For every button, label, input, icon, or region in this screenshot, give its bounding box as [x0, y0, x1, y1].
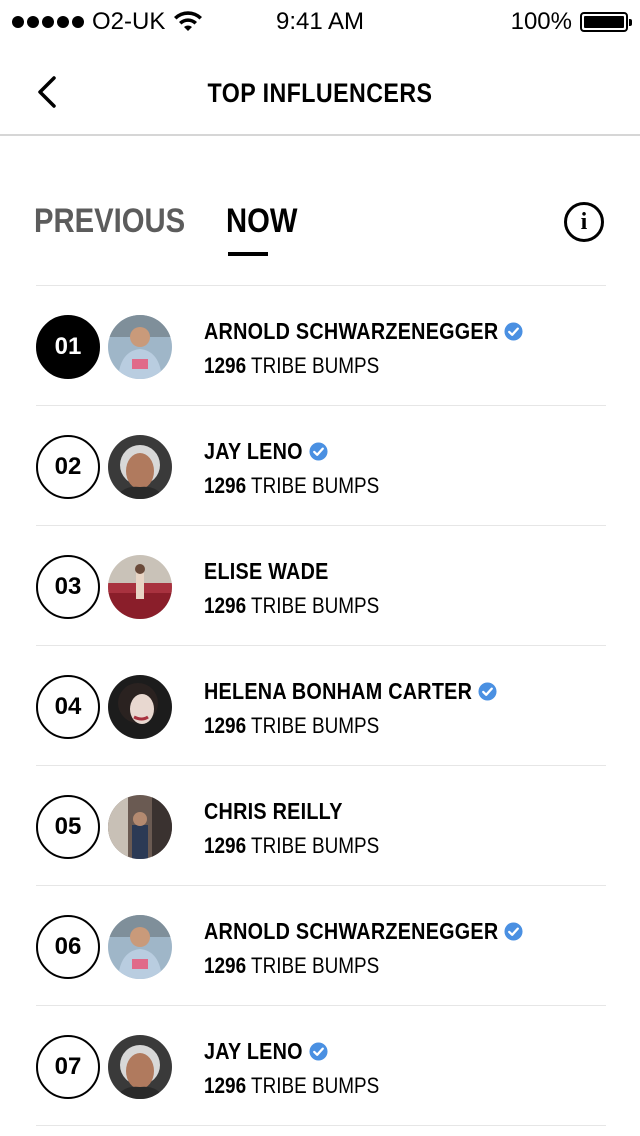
bumps-unit: TRIBE BUMPS	[251, 713, 380, 738]
list-item[interactable]: 05 CHRIS REILLY 1296 TRIBE BUMPS	[36, 766, 606, 886]
avatar	[108, 795, 172, 859]
avatar	[108, 555, 172, 619]
name-line: JAY LENO	[204, 1038, 408, 1064]
influencer-name: HELENA BONHAM CARTER	[204, 677, 473, 704]
influencer-name: JAY LENO	[204, 1037, 303, 1064]
avatar	[108, 1035, 172, 1099]
name-line: ELISE WADE	[204, 558, 408, 584]
influencer-name: ARNOLD SCHWARZENEGGER	[204, 917, 499, 944]
list-item[interactable]: 03 ELISE WADE 1296 TRIBE BUMPS	[36, 526, 606, 646]
name-line: JAY LENO	[204, 438, 408, 464]
bumps-unit: TRIBE BUMPS	[251, 473, 380, 498]
rank-badge: 05	[36, 795, 100, 859]
verified-badge-icon	[504, 921, 523, 941]
tab-previous[interactable]: PREVIOUS	[34, 202, 185, 241]
list-item[interactable]: 01 ARNOLD SCHWARZENEGGER 1296 TRIBE BUMP…	[36, 286, 606, 406]
avatar	[108, 675, 172, 739]
rank-badge: 01	[36, 315, 100, 379]
influencer-info: ELISE WADE 1296 TRIBE BUMPS	[204, 558, 408, 619]
verified-badge-icon	[478, 681, 497, 701]
rank-badge: 03	[36, 555, 100, 619]
verified-badge-icon	[504, 321, 523, 341]
bumps-count: 1296	[204, 1073, 247, 1098]
influencer-info: JAY LENO 1296 TRIBE BUMPS	[204, 438, 408, 499]
influencer-name: CHRIS REILLY	[204, 797, 343, 824]
bumps-line: 1296 TRIBE BUMPS	[204, 953, 379, 979]
bumps-count: 1296	[204, 353, 247, 378]
tab-now[interactable]: NOW	[226, 202, 297, 241]
name-line: ARNOLD SCHWARZENEGGER	[204, 318, 523, 344]
bumps-line: 1296 TRIBE BUMPS	[204, 1073, 379, 1099]
influencer-list: 01 ARNOLD SCHWARZENEGGER 1296 TRIBE BUMP…	[36, 285, 606, 1126]
list-item[interactable]: 04 HELENA BONHAM CARTER 1296 TRIBE BUMPS	[36, 646, 606, 766]
bumps-count: 1296	[204, 833, 247, 858]
bumps-unit: TRIBE BUMPS	[251, 953, 380, 978]
list-item[interactable]: 06 ARNOLD SCHWARZENEGGER 1296 TRIBE BUMP…	[36, 886, 606, 1006]
bumps-count: 1296	[204, 473, 247, 498]
info-icon[interactable]: i	[564, 202, 604, 242]
battery-icon	[580, 12, 632, 32]
rank-badge: 07	[36, 1035, 100, 1099]
bumps-line: 1296 TRIBE BUMPS	[204, 473, 379, 499]
avatar	[108, 315, 172, 379]
influencer-info: HELENA BONHAM CARTER 1296 TRIBE BUMPS	[204, 678, 497, 739]
name-line: ARNOLD SCHWARZENEGGER	[204, 918, 523, 944]
bumps-line: 1296 TRIBE BUMPS	[204, 353, 379, 379]
page-title: TOP INFLUENCERS	[207, 78, 433, 108]
bumps-count: 1296	[204, 593, 247, 618]
rank-badge: 02	[36, 435, 100, 499]
influencer-name: ARNOLD SCHWARZENEGGER	[204, 317, 499, 344]
bumps-unit: TRIBE BUMPS	[251, 353, 380, 378]
bumps-unit: TRIBE BUMPS	[251, 833, 380, 858]
influencer-info: ARNOLD SCHWARZENEGGER 1296 TRIBE BUMPS	[204, 918, 523, 979]
influencer-name: ELISE WADE	[204, 557, 329, 584]
rank-badge: 06	[36, 915, 100, 979]
navigation-bar: TOP INFLUENCERS	[0, 42, 640, 136]
name-line: HELENA BONHAM CARTER	[204, 678, 497, 704]
active-tab-indicator	[228, 252, 268, 256]
status-right: 100%	[510, 8, 632, 36]
influencer-info: ARNOLD SCHWARZENEGGER 1296 TRIBE BUMPS	[204, 318, 523, 379]
bumps-line: 1296 TRIBE BUMPS	[204, 593, 379, 619]
verified-badge-icon	[309, 1041, 328, 1061]
avatar	[108, 915, 172, 979]
influencer-name: JAY LENO	[204, 437, 303, 464]
battery-percent: 100%	[510, 8, 572, 35]
list-item[interactable]: 02 JAY LENO 1296 TRIBE BUMPS	[36, 406, 606, 526]
bumps-count: 1296	[204, 953, 247, 978]
bumps-unit: TRIBE BUMPS	[251, 1073, 380, 1098]
list-item[interactable]: 07 JAY LENO 1296 TRIBE BUMPS	[36, 1006, 606, 1126]
verified-badge-icon	[309, 441, 328, 461]
rank-badge: 04	[36, 675, 100, 739]
bumps-line: 1296 TRIBE BUMPS	[204, 833, 379, 859]
bumps-count: 1296	[204, 713, 247, 738]
status-bar: O2-UK 9:41 AM 100%	[0, 0, 640, 42]
bumps-line: 1296 TRIBE BUMPS	[204, 713, 379, 739]
bumps-unit: TRIBE BUMPS	[251, 593, 380, 618]
name-line: CHRIS REILLY	[204, 798, 408, 824]
period-tabs: PREVIOUS NOW i	[0, 136, 640, 286]
avatar	[108, 435, 172, 499]
influencer-info: JAY LENO 1296 TRIBE BUMPS	[204, 1038, 408, 1099]
influencer-info: CHRIS REILLY 1296 TRIBE BUMPS	[204, 798, 408, 859]
